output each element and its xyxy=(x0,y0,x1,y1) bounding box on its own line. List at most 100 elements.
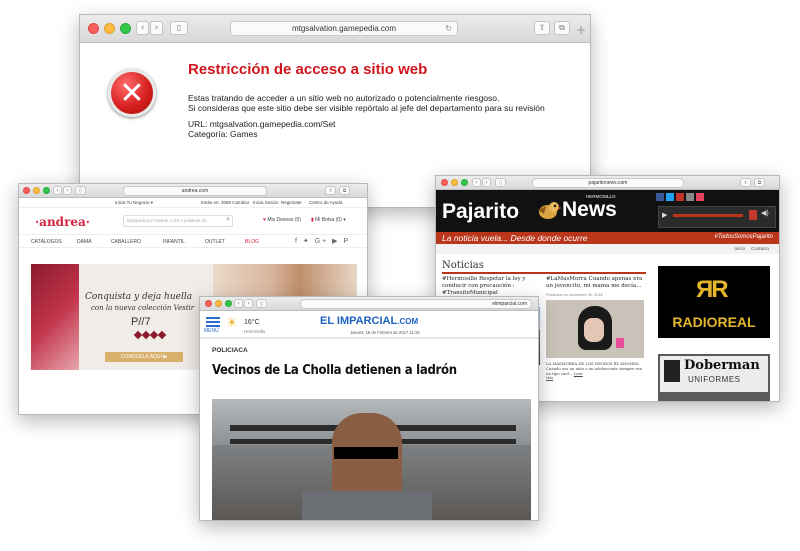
back-button[interactable]: ‹ xyxy=(53,186,62,195)
article-title[interactable]: #Hermosillo Respetar la ley y conducir c… xyxy=(442,276,540,297)
player-progress[interactable] xyxy=(673,214,743,217)
share-icon[interactable]: ⇪ xyxy=(534,21,550,35)
youtube-icon[interactable] xyxy=(676,193,684,201)
sidebar-icon[interactable]: ▯ xyxy=(256,299,267,308)
search-icon[interactable]: ⌕ xyxy=(226,216,230,224)
address-bar[interactable]: andrea.com xyxy=(123,186,267,196)
address-bar[interactable]: pajaritonews.com xyxy=(532,178,684,188)
banner-line-1: Conquista y deja huella xyxy=(85,292,193,302)
zoom-button[interactable] xyxy=(120,23,131,34)
forward-button[interactable]: › xyxy=(244,299,253,308)
minimize-button[interactable] xyxy=(215,300,222,307)
article-card[interactable]: #LaMasMorra Cuando apenas era un jovenci… xyxy=(546,276,644,380)
close-button[interactable] xyxy=(441,179,448,186)
nav-blog[interactable]: BLOG xyxy=(245,239,259,245)
wishlist-link[interactable]: ♥ Mis Deseos (0) xyxy=(263,217,301,223)
forward-button[interactable]: › xyxy=(63,186,72,195)
section-title: Noticias xyxy=(442,260,646,274)
zoom-button[interactable] xyxy=(43,187,50,194)
share-icon[interactable]: ⇪ xyxy=(740,178,751,187)
date-line: Jueves, 16 de Febrero de 2017 11:15 xyxy=(350,330,420,335)
play-icon[interactable]: ▶ xyxy=(662,211,667,219)
title-bar: ‹ › ▯ andrea.com ⇪ ⧉ xyxy=(19,184,367,198)
utility-help[interactable]: Centro de Ayuda xyxy=(309,200,342,205)
zoom-button[interactable] xyxy=(225,300,232,307)
title-bar: ‹ › ▯ mtgsalvation.gamepedia.com ↻ ⇪ ⧉ + xyxy=(80,15,590,43)
share-icon[interactable]: ⇪ xyxy=(325,186,336,195)
social-icon[interactable] xyxy=(686,193,694,201)
window-controls xyxy=(88,23,131,34)
zoom-button[interactable] xyxy=(461,179,468,186)
back-button[interactable]: ‹ xyxy=(234,299,243,308)
trash-icon[interactable] xyxy=(749,210,757,220)
address-text: elimparcial.com xyxy=(492,301,527,307)
article-thumbnail[interactable] xyxy=(546,300,644,358)
main-nav: CATÁLOGOS DAMA CABALLERO INFANTIL OUTLET… xyxy=(19,234,367,248)
nav-caballero[interactable]: CABALLERO xyxy=(111,239,141,245)
doberman-ad[interactable]: Doberman UNIFORMES xyxy=(658,354,770,401)
hamburger-icon[interactable] xyxy=(206,317,220,327)
screenshot-collage: ‹ › ▯ mtgsalvation.gamepedia.com ↻ ⇪ ⧉ +… xyxy=(0,0,800,551)
utility-link[interactable]: Inicia Tu Negocio ▾ xyxy=(115,200,153,206)
sun-icon: ☀ xyxy=(226,315,238,330)
utility-register[interactable]: Registrate xyxy=(281,200,302,205)
close-button[interactable] xyxy=(88,23,99,34)
social-icons[interactable]: f ✦ G+ ▶ P xyxy=(295,237,350,245)
minimize-button[interactable] xyxy=(33,187,40,194)
article-title[interactable]: #LaMasMorra Cuando apenas era un jovenci… xyxy=(546,276,644,290)
facebook-icon[interactable] xyxy=(656,193,664,201)
address-text: andrea.com xyxy=(181,188,209,194)
read-more-link[interactable]: Leer xyxy=(574,371,583,376)
nav-catalogos[interactable]: CATÁLOGOS xyxy=(31,239,62,245)
article-tail[interactable]: Más xyxy=(546,376,644,380)
minimize-button[interactable] xyxy=(451,179,458,186)
nav-dama[interactable]: DAMA xyxy=(77,239,91,245)
volume-icon[interactable]: ◀) xyxy=(761,209,769,217)
bird-logo-icon xyxy=(534,198,562,222)
new-tab-icon[interactable]: + xyxy=(576,23,586,37)
censor-bar xyxy=(334,447,398,459)
headline[interactable]: Vecinos de La Cholla detienen a ladrón xyxy=(212,363,457,378)
nav-outlet[interactable]: OUTLET xyxy=(205,239,225,245)
section-label[interactable]: POLICIACA xyxy=(212,347,248,354)
tabs-icon[interactable]: ⧉ xyxy=(339,186,350,195)
utility-location[interactable]: Estás en: 3086 Cambiar xyxy=(201,200,249,205)
nav-inicio[interactable]: Inicio xyxy=(734,246,745,251)
andrea-logo[interactable]: ·andrea· xyxy=(35,215,90,229)
twitter-icon[interactable] xyxy=(666,193,674,201)
search-input[interactable]: Búsqueda por modelo, color o palabras cl… xyxy=(123,215,233,227)
imparcial-logo[interactable]: EL IMPARCIAL.COM xyxy=(320,315,418,327)
window-controls xyxy=(205,300,232,307)
sidebar-icon[interactable]: ▯ xyxy=(170,21,188,35)
close-button[interactable] xyxy=(205,300,212,307)
dog-logo-icon xyxy=(664,360,680,382)
forward-button[interactable]: › xyxy=(482,178,491,187)
close-button[interactable] xyxy=(23,187,30,194)
reload-icon[interactable]: ↻ xyxy=(445,22,452,35)
address-bar[interactable]: elimparcial.com xyxy=(300,299,532,309)
sidebar-icon[interactable]: ▯ xyxy=(75,186,86,195)
forward-button[interactable]: › xyxy=(150,21,163,35)
address-bar[interactable]: mtgsalvation.gamepedia.com ↻ xyxy=(230,21,458,36)
hashtag: #TodosSomosPajarito xyxy=(714,234,773,240)
nav-contacto[interactable]: Contacto xyxy=(751,246,769,251)
back-button[interactable]: ‹ xyxy=(472,178,481,187)
back-button[interactable]: ‹ xyxy=(136,21,149,35)
utility-login[interactable]: Inicia Sesión xyxy=(253,200,279,205)
utility-bar: Inicia Tu Negocio ▾ Estás en: 3086 Cambi… xyxy=(19,198,367,208)
sidebar-icon[interactable]: ▯ xyxy=(495,178,506,187)
radio-player[interactable]: ▶ ◀) xyxy=(658,206,776,228)
title-bar: ‹ › ▯ pajaritonews.com ⇪ ⧉ xyxy=(436,176,779,190)
minimize-button[interactable] xyxy=(104,23,115,34)
browser-window-imparcial: ‹ › ▯ elimparcial.com MENÚ ☀ 16°C Hermos… xyxy=(199,296,539,521)
instagram-icon[interactable] xyxy=(696,193,704,201)
tabs-icon[interactable]: ⧉ xyxy=(754,178,765,187)
nav-infantil[interactable]: INFANTIL xyxy=(163,239,185,245)
banner-line-2: con la nueva colección Vestir xyxy=(91,304,195,312)
menu-label[interactable]: MENÚ xyxy=(204,328,219,334)
radioreal-ad[interactable]: ЯR RADIOREAL xyxy=(658,266,770,338)
address-text: mtgsalvation.gamepedia.com xyxy=(291,24,397,33)
cart-link[interactable]: ▮ Mi Bolsa (0) ▾ xyxy=(311,217,346,223)
cta-button[interactable]: CONÓCELA AQUÍ ▶ xyxy=(105,352,183,362)
tabs-icon[interactable]: ⧉ xyxy=(554,21,570,35)
